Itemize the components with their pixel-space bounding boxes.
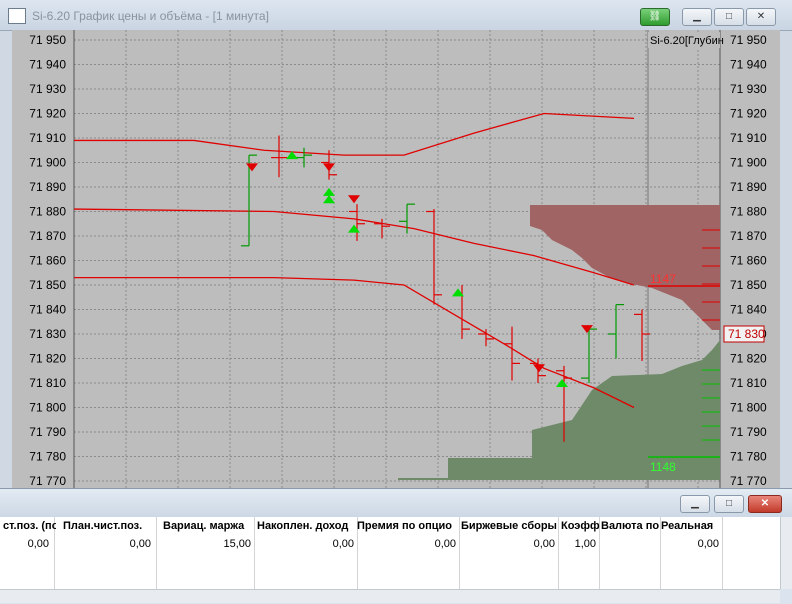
- y-tick-label-left: 71 840: [29, 303, 66, 317]
- y-tick-label-right: 71 890: [730, 180, 767, 194]
- y-tick-label-right: 71 900: [730, 156, 767, 170]
- y-tick-label-right: 71 800: [730, 401, 767, 415]
- col-header[interactable]: Премия по опцио: [354, 517, 459, 535]
- y-tick-label-left: 71 860: [29, 254, 66, 268]
- y-tick-label-left: 71 810: [29, 376, 66, 390]
- ask-volume-label: 1147: [650, 272, 676, 286]
- y-tick-label-left: 71 800: [29, 401, 66, 415]
- table-cell: 0,00: [697, 538, 719, 550]
- col-header[interactable]: Валюта по: [598, 517, 660, 535]
- y-tick-label-right: 71 770: [730, 474, 767, 488]
- y-tick-label-right: 71 930: [730, 82, 767, 96]
- vertical-scrollbar[interactable]: [780, 517, 792, 589]
- table-cell: 0,00: [332, 538, 354, 550]
- maximize-icon: □: [725, 11, 733, 22]
- link-icon: ⛓: [648, 11, 662, 22]
- y-tick-label-right: 71 810: [730, 376, 767, 390]
- sub-maximize-button[interactable]: □: [714, 495, 744, 513]
- y-tick-label-right: 71 950: [730, 33, 767, 47]
- col-header[interactable]: План.чист.поз.: [60, 517, 156, 535]
- table-cell: 0,00: [27, 538, 49, 550]
- title-bar[interactable]: Si-6.20 График цены и объёма - [1 минута…: [0, 0, 792, 31]
- close-icon: ✕: [756, 11, 766, 22]
- y-tick-label-right: 71 860: [730, 254, 767, 268]
- y-tick-label-right: 71 920: [730, 107, 767, 121]
- y-tick-label-right: 71 780: [730, 450, 767, 464]
- subwindow-title-bar[interactable]: ▁ □ ✕: [0, 489, 792, 517]
- table-cell: 15,00: [223, 538, 251, 550]
- col-header[interactable]: ст.поз. (по: [0, 517, 56, 535]
- chart-canvas[interactable]: 71 950 71 950 71 940 71 940 71 930 71 930 71 9…: [12, 30, 780, 490]
- table-cell: 0,00: [533, 538, 555, 550]
- y-tick-label-left: 71 870: [29, 229, 66, 243]
- y-tick-label-left: 71 880: [29, 205, 66, 219]
- portfolio-subwindow: ▁ □ ✕ ст.поз. (по План.чист.поз. Вариац.…: [0, 488, 792, 604]
- y-tick-label-right: 71 870: [730, 229, 767, 243]
- col-header[interactable]: Вариац. маржа: [160, 517, 254, 535]
- maximize-button[interactable]: □: [714, 8, 744, 26]
- y-tick-label-right: 71 820: [730, 352, 767, 366]
- y-tick-label-left: 71 830: [29, 327, 66, 341]
- table-cell: 0,00: [434, 538, 456, 550]
- col-header[interactable]: Биржевые сборы: [458, 517, 559, 535]
- y-tick-label-right: 71 790: [730, 425, 767, 439]
- col-header[interactable]: Реальная: [658, 517, 722, 535]
- y-tick-label-right: 71 840: [730, 303, 767, 317]
- y-tick-label-left: 71 930: [29, 82, 66, 96]
- price-volume-chart[interactable]: 71 950 71 950 71 940 71 940 71 930 71 930 71 9…: [12, 30, 780, 490]
- minimize-icon: ▁: [693, 11, 701, 22]
- maximize-icon: □: [725, 498, 733, 509]
- y-tick-label-right: 71 850: [730, 278, 767, 292]
- horizontal-scrollbar[interactable]: [0, 589, 780, 603]
- chart-app-icon: [8, 8, 26, 24]
- close-button[interactable]: ✕: [746, 8, 776, 26]
- y-tick-label-left: 71 920: [29, 107, 66, 121]
- y-tick-label-right: 71 880: [730, 205, 767, 219]
- y-tick-label-right: 71 940: [730, 58, 767, 72]
- minimize-button[interactable]: ▁: [682, 8, 712, 26]
- table-cell: [601, 535, 660, 553]
- current-price-label: 71 830: [728, 327, 765, 341]
- y-tick-label-left: 71 780: [29, 450, 66, 464]
- main-window: Si-6.20 График цены и объёма - [1 минута…: [0, 0, 792, 604]
- bid-volume-label: 1148: [650, 460, 676, 474]
- sub-close-button[interactable]: ✕: [748, 495, 782, 513]
- y-tick-label-left: 71 910: [29, 131, 66, 145]
- y-tick-label-left: 71 770: [29, 474, 66, 488]
- y-tick-label-right: 71 910: [730, 131, 767, 145]
- col-header[interactable]: Коэфф.: [558, 517, 600, 535]
- y-tick-label-left: 71 850: [29, 278, 66, 292]
- y-tick-label-left: 71 940: [29, 58, 66, 72]
- col-header[interactable]: Накоплен. доход: [254, 517, 357, 535]
- link-button[interactable]: ⛓: [640, 8, 670, 26]
- y-tick-label-left: 71 900: [29, 156, 66, 170]
- minimize-icon: ▁: [691, 498, 699, 509]
- y-tick-label-left: 71 890: [29, 180, 66, 194]
- window-title: Si-6.20 График цены и объёма - [1 минута…: [32, 9, 269, 23]
- close-icon: ✕: [760, 498, 770, 509]
- y-tick-label-left: 71 790: [29, 425, 66, 439]
- chart-corner-label: Si-6.20[Глубин: [650, 35, 724, 47]
- y-tick-label-left: 71 950: [29, 33, 66, 47]
- portfolio-table: ст.поз. (по План.чист.поз. Вариац. маржа…: [0, 517, 780, 589]
- sub-minimize-button[interactable]: ▁: [680, 495, 710, 513]
- table-cell: 0,00: [129, 538, 151, 550]
- y-tick-label-left: 71 820: [29, 352, 66, 366]
- table-cell: 1,00: [574, 538, 596, 550]
